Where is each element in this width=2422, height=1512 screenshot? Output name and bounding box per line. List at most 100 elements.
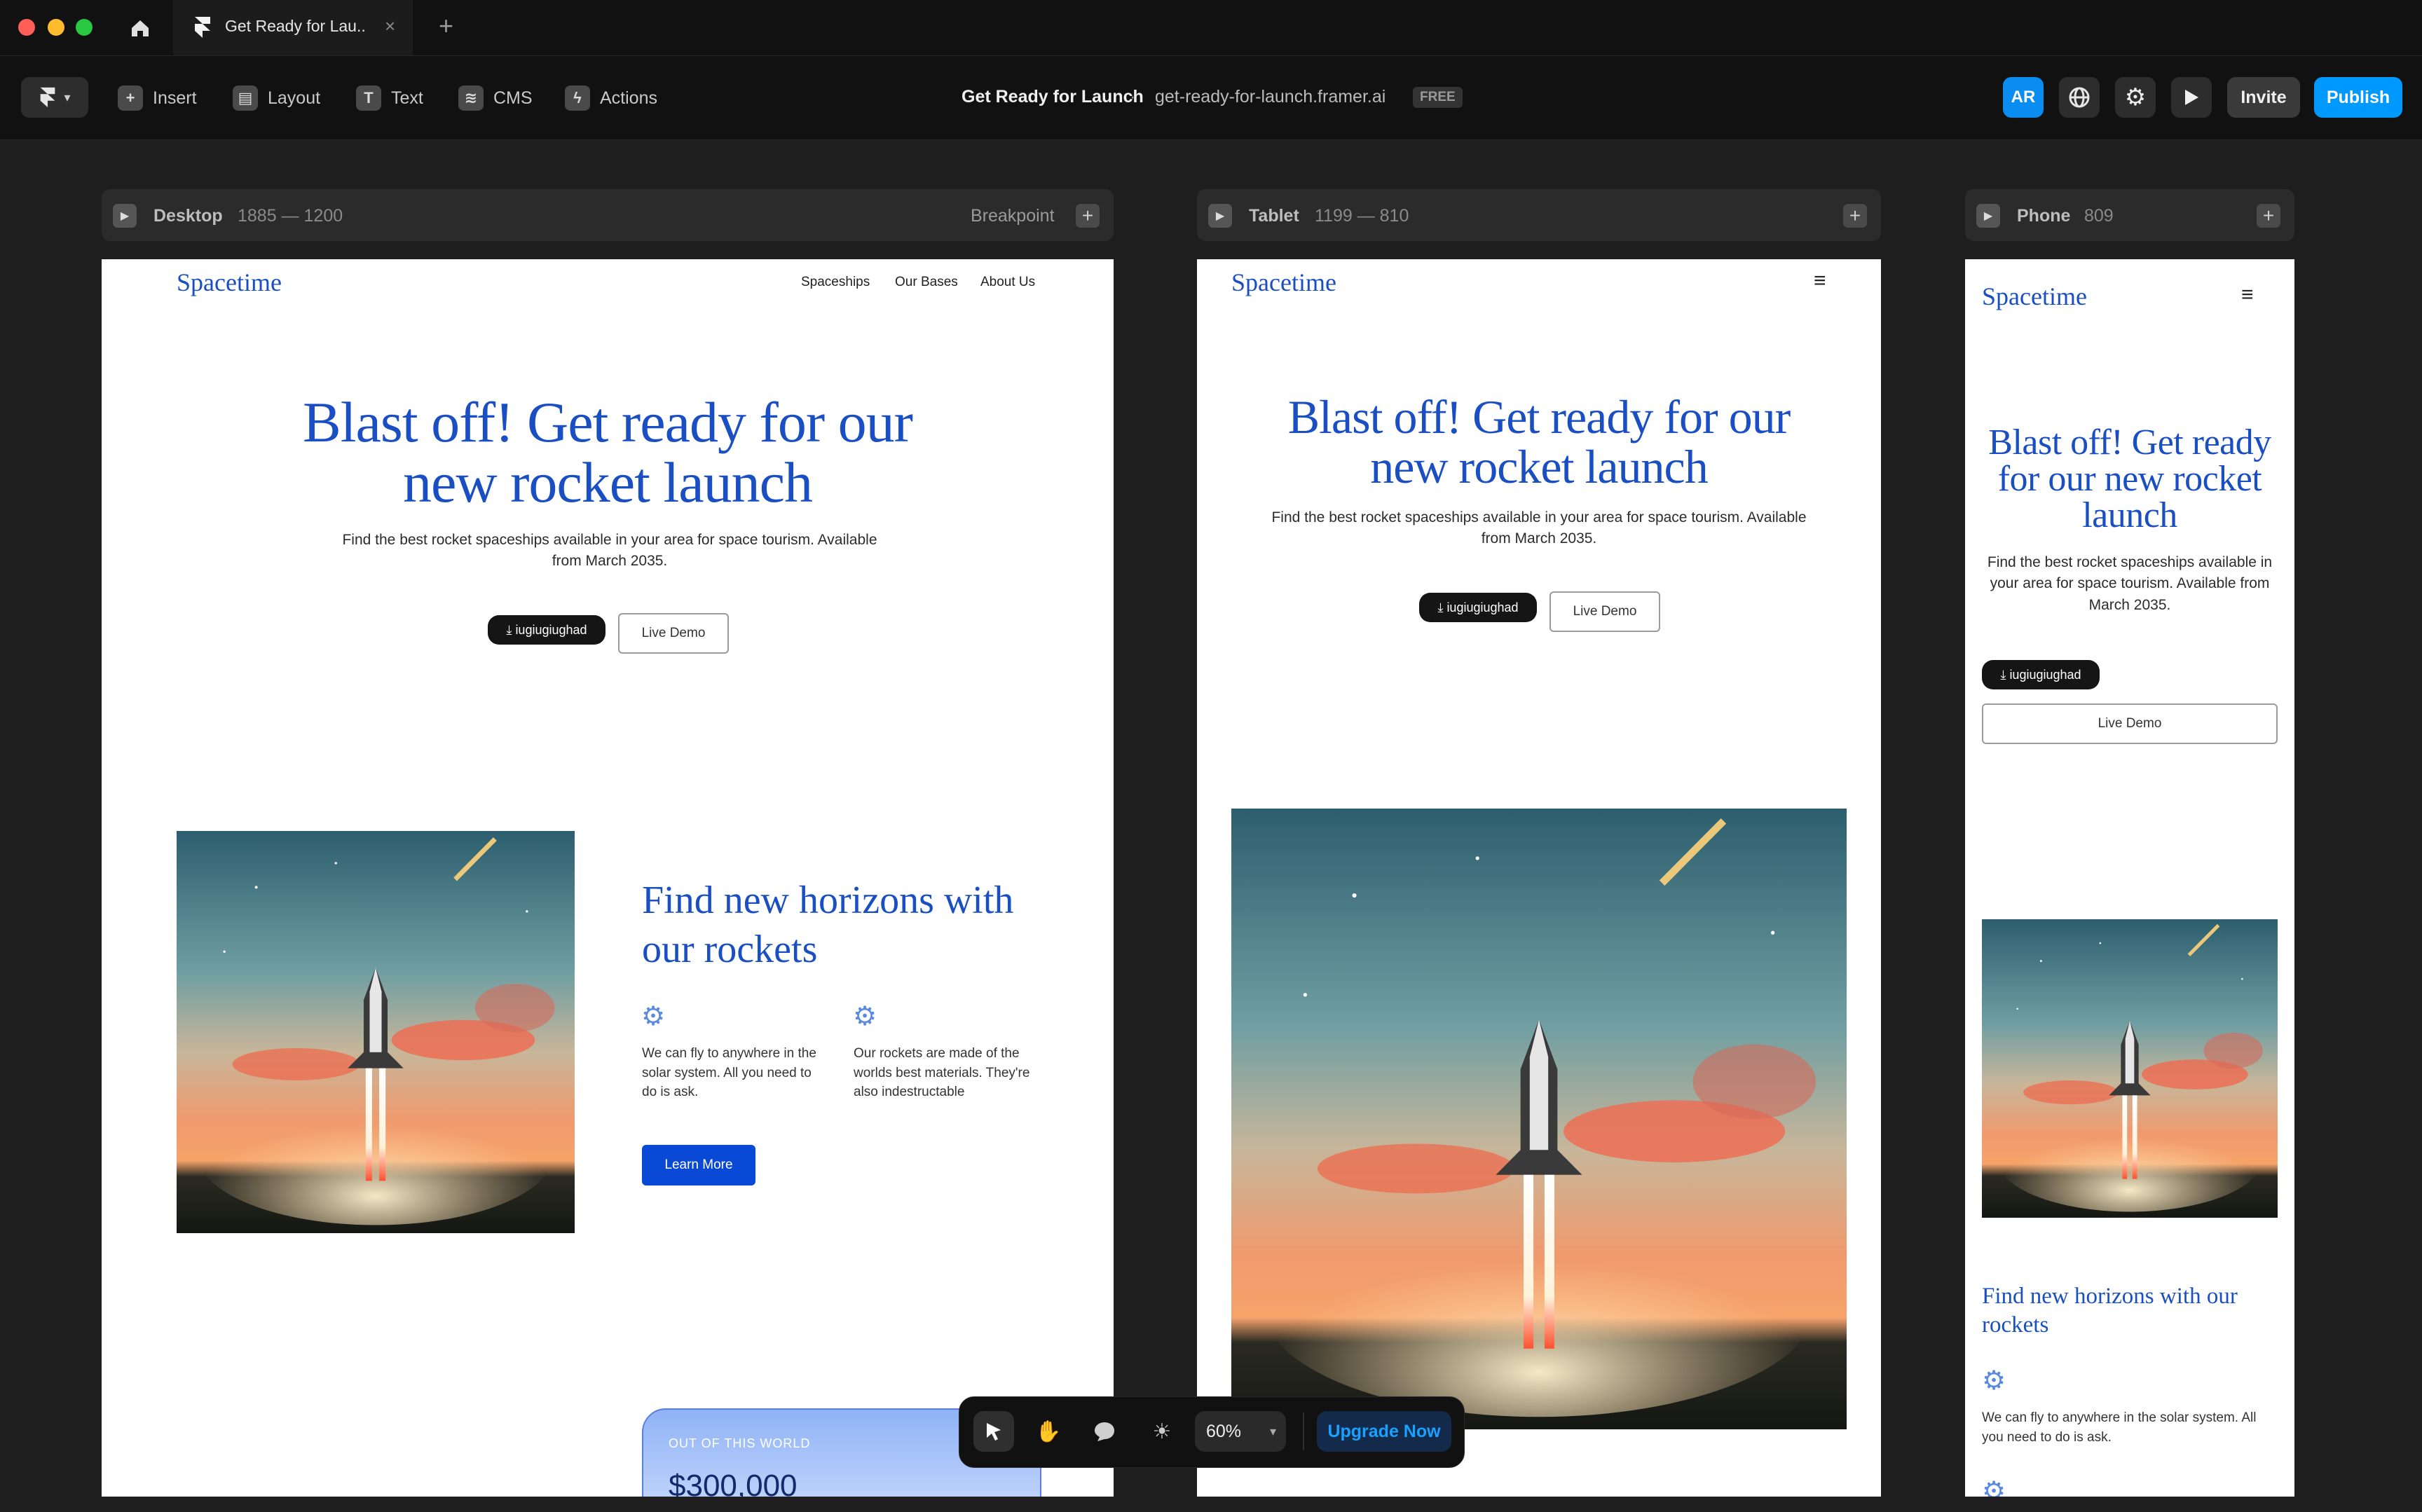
settings-button[interactable]: ⚙ xyxy=(2115,77,2156,118)
pricing-value: $300,000 xyxy=(669,1469,798,1497)
new-tab-button[interactable]: + xyxy=(439,11,453,41)
section-title: Find new horizons with our rockets xyxy=(1982,1284,2238,1338)
hero-subtitle: Find the best rocket spaceships availabl… xyxy=(342,532,877,570)
invite-button[interactable]: Invite xyxy=(2227,77,2300,118)
theme-toggle-button[interactable]: ☀ xyxy=(1142,1411,1182,1452)
download-button[interactable]: ⤓ iugiugiughad xyxy=(1982,660,2100,689)
toolbar-divider xyxy=(1303,1413,1304,1450)
actions-label: Actions xyxy=(600,88,657,108)
menu-icon[interactable]: ≡ xyxy=(2241,283,2254,307)
rocket-image xyxy=(177,831,575,1233)
text-label: Text xyxy=(391,88,423,108)
section-title: Find new horizons with our rockets xyxy=(642,879,1014,971)
plan-badge: FREE xyxy=(1413,87,1463,108)
globe-icon xyxy=(2069,87,2090,108)
pricing-kicker: OUT OF THIS WORLD xyxy=(669,1436,811,1450)
main-menu-button[interactable]: ▾ xyxy=(21,77,88,118)
cms-button[interactable]: ≋ CMS xyxy=(458,85,533,111)
rocket-image xyxy=(1231,809,1847,1429)
desktop-frame-label[interactable]: ▶ Desktop 1885 — 1200 Breakpoint + xyxy=(102,189,1114,241)
download-label: iugiugiughad xyxy=(2009,667,2081,682)
preview-button[interactable] xyxy=(2171,77,2212,118)
insert-label: Insert xyxy=(153,88,197,108)
breakpoint-label[interactable]: Breakpoint xyxy=(971,206,1055,226)
tablet-site-frame[interactable]: Spacetime ≡ Blast off! Get ready for our… xyxy=(1197,259,1881,1497)
zoom-select[interactable]: 60% ▾ xyxy=(1195,1411,1286,1452)
nav-link-spaceships[interactable]: Spaceships xyxy=(801,275,870,290)
download-icon: ⤓ xyxy=(2000,667,2006,682)
phone-site-frame[interactable]: Spacetime ≡ Blast off! Get ready for our… xyxy=(1965,259,2294,1497)
text-button[interactable]: T Text xyxy=(356,85,423,111)
menu-icon[interactable]: ≡ xyxy=(1814,269,1826,293)
user-avatar[interactable]: AR xyxy=(2003,77,2044,118)
tab-title: Get Ready for Lau.. xyxy=(225,17,366,35)
hero-subtitle: Find the best rocket spaceships availabl… xyxy=(1271,509,1807,547)
close-icon[interactable]: × xyxy=(385,15,395,37)
framer-app-window: Get Ready for Lau.. × + ▾ + Insert ▤ Lay… xyxy=(0,0,2422,1512)
feature-text-1: We can fly to anywhere in the solar syst… xyxy=(642,1046,816,1100)
globe-button[interactable] xyxy=(2059,77,2100,118)
layout-icon: ▤ xyxy=(233,85,258,111)
upgrade-button[interactable]: Upgrade Now xyxy=(1317,1411,1451,1452)
plus-icon: + xyxy=(118,85,143,111)
live-demo-button[interactable]: Live Demo xyxy=(618,613,729,654)
feature-text-1: We can fly to anywhere in the solar syst… xyxy=(1982,1410,2257,1445)
rocket-image xyxy=(1982,919,2278,1218)
add-breakpoint-button[interactable]: + xyxy=(1076,204,1100,228)
learn-more-button[interactable]: Learn More xyxy=(642,1145,755,1185)
framer-logo-icon xyxy=(193,15,212,39)
tablet-frame-label[interactable]: ▶ Tablet 1199 — 810 + xyxy=(1197,189,1881,241)
gear-icon: ⚙ xyxy=(2124,84,2147,111)
nav-link-our-bases[interactable]: Our Bases xyxy=(895,275,958,290)
frame-dimensions: 1885 — 1200 xyxy=(238,206,343,226)
zoom-window-button[interactable] xyxy=(76,19,93,36)
text-icon: T xyxy=(356,85,381,111)
frame-name: Phone xyxy=(2017,206,2071,226)
publish-button[interactable]: Publish xyxy=(2314,77,2402,118)
layout-label: Layout xyxy=(268,88,321,108)
gear-icon: ⚙ xyxy=(1982,1477,2006,1497)
gear-icon: ⚙ xyxy=(853,1002,877,1031)
framer-logo-icon xyxy=(41,87,55,108)
insert-button[interactable]: + Insert xyxy=(118,85,197,111)
desktop-site-frame[interactable]: Spacetime Spaceships Our Bases About Us … xyxy=(102,259,1114,1497)
site-logo[interactable]: Spacetime xyxy=(1231,268,1336,297)
hand-tool-button[interactable]: ✋ xyxy=(1028,1411,1069,1452)
live-demo-button[interactable]: Live Demo xyxy=(1549,591,1660,632)
nav-link-about-us[interactable]: About Us xyxy=(980,275,1035,290)
project-url[interactable]: get-ready-for-launch.framer.ai xyxy=(1155,87,1386,107)
actions-button[interactable]: ϟ Actions xyxy=(565,85,657,111)
hero-subtitle: Find the best rocket spaceships availabl… xyxy=(1987,554,2273,613)
play-icon[interactable]: ▶ xyxy=(113,204,137,228)
database-icon: ≋ xyxy=(458,85,484,111)
zoom-value: 60% xyxy=(1206,1421,1242,1441)
close-window-button[interactable] xyxy=(18,19,35,36)
site-logo[interactable]: Spacetime xyxy=(177,268,282,297)
comment-tool-button[interactable] xyxy=(1084,1411,1125,1452)
gear-icon: ⚙ xyxy=(641,1002,666,1031)
frame-dimensions: 809 xyxy=(2084,206,2114,226)
home-icon[interactable] xyxy=(126,14,154,42)
frame-dimensions: 1199 — 810 xyxy=(1315,206,1409,226)
add-breakpoint-button[interactable]: + xyxy=(1843,204,1867,228)
feature-text-2: Our rockets are made of the worlds best … xyxy=(854,1046,1030,1100)
select-tool-button[interactable] xyxy=(973,1411,1014,1452)
minimize-window-button[interactable] xyxy=(48,19,64,36)
play-icon[interactable]: ▶ xyxy=(1208,204,1232,228)
cursor-icon xyxy=(987,1423,1001,1441)
live-demo-button[interactable]: Live Demo xyxy=(1982,703,2278,744)
bolt-icon: ϟ xyxy=(565,85,590,111)
chevron-down-icon: ▾ xyxy=(64,90,71,104)
download-button[interactable]: ⤓ iugiugiughad xyxy=(1419,593,1537,622)
site-logo[interactable]: Spacetime xyxy=(1982,282,2087,311)
add-breakpoint-button[interactable]: + xyxy=(2257,204,2280,228)
gear-icon: ⚙ xyxy=(1982,1366,2006,1396)
cms-label: CMS xyxy=(493,88,533,108)
play-icon[interactable]: ▶ xyxy=(1976,204,2000,228)
play-icon xyxy=(2185,90,2198,105)
project-title[interactable]: Get Ready for Launch xyxy=(962,87,1144,107)
layout-button[interactable]: ▤ Layout xyxy=(233,85,320,111)
download-button[interactable]: ⤓ iugiugiughad xyxy=(488,615,606,645)
phone-frame-label[interactable]: ▶ Phone 809 + xyxy=(1965,189,2294,241)
hero-title: Blast off! Get ready for our new rocket … xyxy=(303,390,913,515)
